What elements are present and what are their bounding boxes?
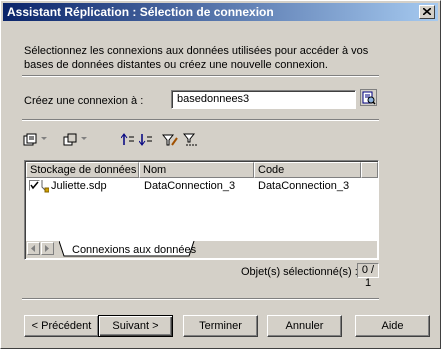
separator-top xyxy=(22,75,379,77)
finish-button[interactable]: Terminer xyxy=(183,315,258,337)
copy-icon xyxy=(63,133,77,146)
connection-label: Créez une connexion à : xyxy=(24,95,144,107)
table-row[interactable]: Juliette.sdp DataConnection_3 DataConnec… xyxy=(26,178,377,194)
find-button[interactable] xyxy=(183,133,199,151)
list-toolbar xyxy=(23,133,223,151)
previous-button-label: Précédent xyxy=(41,320,92,332)
move-down-icon xyxy=(139,134,152,146)
row-checkbox[interactable] xyxy=(29,180,40,191)
column-header-storage[interactable]: Stockage de données xyxy=(26,162,139,178)
copy-dropdown[interactable] xyxy=(81,137,88,155)
description-text: Sélectionnez les connexions aux données … xyxy=(24,44,384,72)
properties-icon xyxy=(23,133,37,146)
cancel-button[interactable]: Annuler xyxy=(267,315,342,337)
connections-grid[interactable]: Stockage de données Nom Code Juliette.sd… xyxy=(24,160,379,260)
grid-tab-bar: Connexions aux données xyxy=(26,241,377,258)
move-down-button[interactable] xyxy=(139,133,153,151)
selected-objects-label: Objet(s) sélectionné(s) : xyxy=(241,266,358,278)
connection-input[interactable]: basedonnees3 xyxy=(171,90,356,109)
title-bar[interactable]: Assistant Réplication : Sélection de con… xyxy=(3,3,438,21)
filter-icon xyxy=(162,134,178,146)
dialog-window: Assistant Réplication : Sélection de con… xyxy=(0,0,441,349)
help-button[interactable]: Aide xyxy=(355,315,430,337)
column-header-code[interactable]: Code xyxy=(254,162,361,178)
arrow-left-icon xyxy=(31,245,35,252)
selected-objects-value: 0 / 1 xyxy=(357,263,379,289)
separator-bottom xyxy=(22,298,379,300)
description-line-1: Sélectionnez les connexions aux données … xyxy=(24,45,369,57)
next-button[interactable]: Suivant > xyxy=(98,315,173,337)
connection-input-value: basedonnees3 xyxy=(177,93,250,105)
next-button-label: Suivant xyxy=(112,320,150,332)
checkmark-icon xyxy=(30,181,39,190)
properties-button[interactable] xyxy=(23,133,37,151)
column-header-filler xyxy=(361,162,378,178)
browse-connection-button[interactable] xyxy=(360,89,377,106)
window-title: Assistant Réplication : Sélection de con… xyxy=(7,5,274,19)
tab-scroll-left-button[interactable] xyxy=(27,242,40,255)
close-button[interactable] xyxy=(419,5,435,19)
filter-button[interactable] xyxy=(162,133,178,151)
tab-data-connections[interactable]: Connexions aux données xyxy=(72,244,196,256)
properties-dropdown[interactable] xyxy=(41,137,48,155)
find-icon xyxy=(183,133,198,146)
browse-icon xyxy=(362,91,376,105)
row-name: DataConnection_3 xyxy=(144,180,236,192)
close-icon xyxy=(423,8,431,15)
previous-button[interactable]: < Précédent xyxy=(24,315,99,337)
data-source-icon xyxy=(41,180,49,193)
dropdown-icon xyxy=(81,137,87,140)
column-header-name[interactable]: Nom xyxy=(139,162,254,178)
move-up-button[interactable] xyxy=(121,133,135,151)
separator-middle xyxy=(22,119,379,121)
copy-button[interactable] xyxy=(63,133,77,151)
description-line-2: bases de données distantes ou créez une … xyxy=(24,59,328,71)
arrow-right-icon xyxy=(45,245,49,252)
dropdown-icon xyxy=(41,137,47,140)
tab-scroll-right-button[interactable] xyxy=(41,242,54,255)
row-storage: Juliette.sdp xyxy=(51,180,107,192)
row-code: DataConnection_3 xyxy=(258,180,350,192)
move-up-icon xyxy=(121,133,134,145)
